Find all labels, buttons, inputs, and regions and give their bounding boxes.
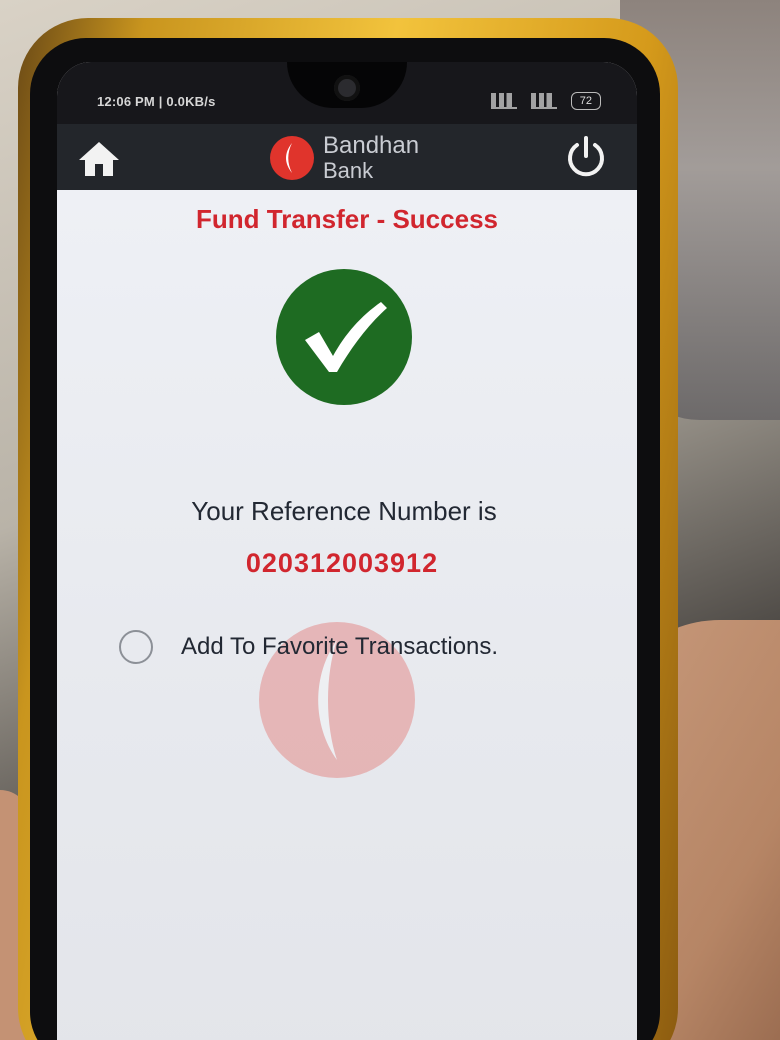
photo-scene: 12:06 PM | 0.0KB/s 72 Bandhan Bank Fund … [0,0,780,1040]
app-header: Bandhan Bank [57,124,637,190]
success-content: Fund Transfer - Success Your Reference N… [57,190,637,1040]
bank-name-line2: Bank [323,158,374,183]
battery-indicator: 72 [570,92,601,110]
power-icon [568,136,604,177]
reference-number: 020312003912 [245,548,439,578]
status-bar: 12:06 PM | 0.0KB/s 72 [57,62,637,124]
bank-logo: Bandhan Bank [269,132,439,184]
page-title: Fund Transfer - Success [196,204,498,234]
status-indicators: 72 [490,92,601,110]
reference-label: Your Reference Number is [191,496,497,526]
phone-screen: 12:06 PM | 0.0KB/s 72 Bandhan Bank Fund … [57,62,637,1040]
bandhan-logo-icon [270,136,314,180]
favorites-label: Add To Favorite Transactions. [181,633,499,660]
bank-name-line1: Bandhan [323,132,420,159]
logout-button[interactable] [561,132,611,182]
signal-icon [530,93,557,109]
signal-icon [490,93,517,109]
home-button[interactable] [75,134,123,182]
checkmark-icon [276,269,412,405]
home-icon [79,142,119,176]
front-camera-icon [334,75,360,101]
status-time: 12:06 PM | 0.0KB/s [97,94,216,109]
add-to-favorites-option[interactable]: Add To Favorite Transactions. [119,630,498,664]
bank-name: Bandhan Bank [323,134,419,182]
favorites-radio[interactable] [119,630,153,664]
